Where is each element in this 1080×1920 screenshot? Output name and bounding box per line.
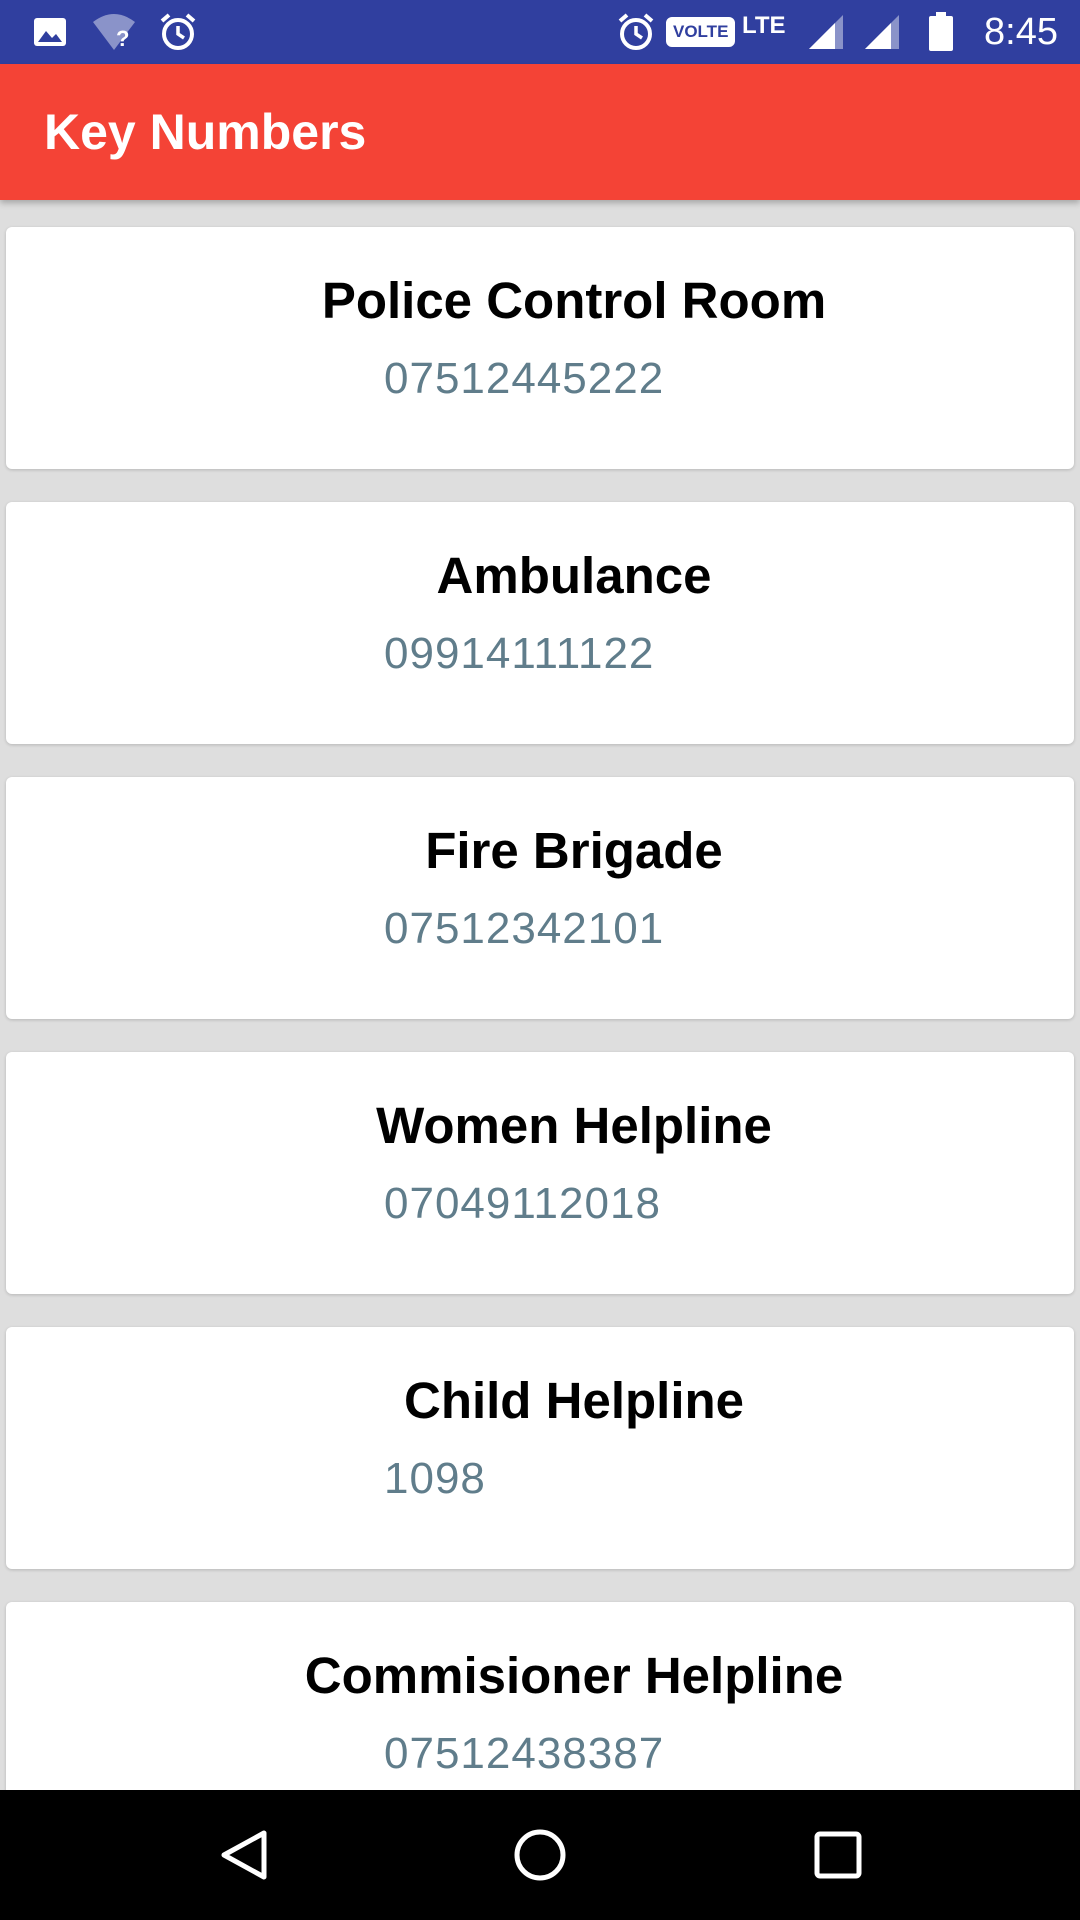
- recents-icon[interactable]: [798, 1815, 878, 1895]
- contact-card[interactable]: Police Control Room 07512445222: [6, 227, 1074, 469]
- contact-number[interactable]: 1098: [384, 1453, 486, 1505]
- contact-name: Child Helpline: [403, 1372, 745, 1429]
- signal-icon: [860, 12, 904, 52]
- contact-name: Police Control Room: [321, 272, 827, 329]
- alarm-icon: [156, 12, 200, 52]
- status-bar: ? VOLTE LTE 8:45: [0, 0, 1080, 64]
- wifi-unknown-icon: ?: [90, 12, 138, 52]
- svg-text:?: ?: [116, 26, 129, 51]
- back-icon[interactable]: [204, 1815, 284, 1895]
- contact-number[interactable]: 07512438387: [384, 1728, 664, 1780]
- image-icon: [30, 12, 70, 52]
- app-bar: Key Numbers: [0, 64, 1080, 200]
- contact-number[interactable]: 07512342101: [384, 903, 664, 955]
- signal-icon: [804, 12, 848, 52]
- contact-card[interactable]: Commisioner Helpline 07512438387: [6, 1602, 1074, 1790]
- contact-list[interactable]: Police Control Room 07512445222 Ambulanc…: [0, 200, 1080, 1790]
- contact-name: Commisioner Helpline: [304, 1647, 844, 1704]
- contact-name: Women Helpline: [376, 1097, 772, 1154]
- contact-card[interactable]: Fire Brigade 07512342101: [6, 777, 1074, 1019]
- home-icon[interactable]: [500, 1815, 580, 1895]
- status-time: 8:45: [984, 11, 1058, 53]
- contact-card[interactable]: Child Helpline 1098: [6, 1327, 1074, 1569]
- screen: ? VOLTE LTE 8:45 Key Numbers Police Cont…: [0, 0, 1080, 1920]
- contact-card[interactable]: Ambulance 09914111122: [6, 502, 1074, 744]
- contact-number[interactable]: 09914111122: [384, 628, 654, 680]
- network-type: LTE: [742, 12, 786, 39]
- alarm-icon: [614, 12, 658, 52]
- page-title: Key Numbers: [44, 104, 367, 160]
- contact-name: Fire Brigade: [425, 822, 723, 879]
- contact-number[interactable]: 07049112018: [384, 1178, 661, 1230]
- contact-name: Ambulance: [436, 547, 712, 604]
- navigation-bar: [0, 1790, 1080, 1920]
- contact-number[interactable]: 07512445222: [384, 353, 664, 405]
- battery-icon: [926, 12, 956, 52]
- volte-badge: VOLTE: [666, 12, 736, 52]
- contact-card[interactable]: Women Helpline 07049112018: [6, 1052, 1074, 1294]
